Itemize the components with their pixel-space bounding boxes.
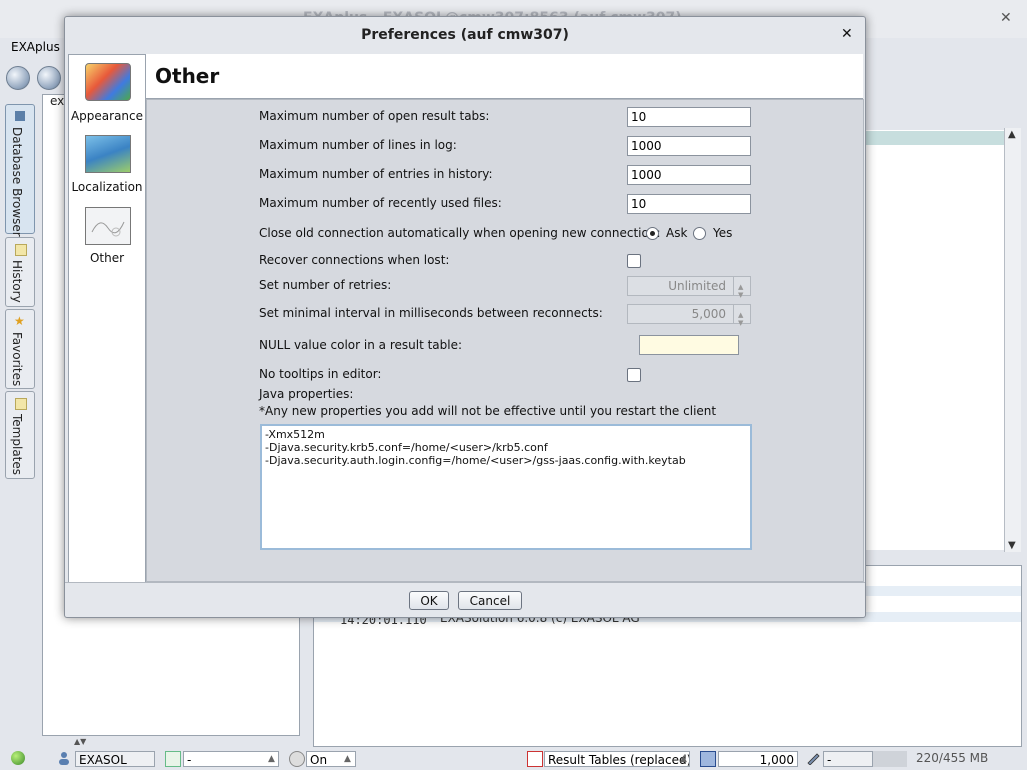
spin-down-icon: ▼ — [738, 291, 744, 299]
null-color-label: NULL value color in a result table: — [259, 338, 463, 352]
retries-stepper: ▲ ▼ — [733, 277, 750, 299]
palette-icon — [85, 63, 131, 101]
database-icon — [15, 111, 25, 121]
max-recent-files-label: Maximum number of recently used files: — [259, 196, 502, 210]
history-icon — [15, 244, 27, 256]
row-limit-field[interactable]: 1,000 — [718, 751, 798, 767]
main-close-icon[interactable]: ✕ — [1000, 10, 1012, 26]
java-properties-textarea[interactable]: -Xmx512m -Djava.security.krb5.conf=/home… — [260, 424, 752, 550]
radio-ask-label: Ask — [666, 226, 688, 240]
connect-database-icon[interactable] — [6, 66, 30, 90]
dialog-button-bar: OK Cancel — [65, 582, 865, 618]
max-result-tabs-label: Maximum number of open result tabs: — [259, 109, 490, 123]
no-tooltips-label: No tooltips in editor: — [259, 367, 382, 381]
tab-database-browser[interactable]: Database Browser — [5, 104, 35, 237]
category-other[interactable]: Other — [69, 199, 145, 269]
category-appearance[interactable]: Appearance — [69, 55, 145, 125]
menu-exaplus[interactable]: EXAplus — [11, 40, 60, 54]
schema-dropdown-icon[interactable]: ▲ — [268, 754, 275, 764]
memory-bar — [873, 751, 907, 767]
panel-resize-icon[interactable]: ▲▼ — [74, 737, 86, 746]
drawing-board-icon — [85, 207, 131, 245]
null-color-swatch[interactable] — [639, 335, 739, 355]
result-mode-icon — [527, 751, 543, 767]
row-limit-icon — [700, 751, 716, 767]
recover-connections-checkbox[interactable] — [627, 254, 641, 268]
radio-yes[interactable] — [693, 227, 706, 240]
max-history-input[interactable]: 1000 — [627, 165, 751, 185]
min-interval-value: 5,000 — [691, 307, 726, 321]
max-history-label: Maximum number of entries in history: — [259, 167, 493, 181]
min-interval-label: Set minimal interval in milliseconds bet… — [259, 306, 603, 320]
retries-label: Set number of retries: — [259, 278, 392, 292]
category-other-label: Other — [89, 251, 125, 265]
tab-templates[interactable]: Templates — [5, 391, 35, 479]
close-old-connection-label: Close old connection automatically when … — [259, 226, 661, 240]
tab-history[interactable]: History — [5, 237, 35, 307]
category-appearance-label: Appearance — [70, 109, 144, 123]
tab-database-browser-label: Database Browser — [10, 127, 24, 237]
tab-templates-label: Templates — [10, 414, 24, 476]
radio-yes-label: Yes — [713, 226, 733, 240]
cancel-button[interactable]: Cancel — [458, 591, 522, 610]
scroll-up-icon[interactable]: ▲ — [1008, 129, 1016, 140]
pencil-icon — [806, 751, 820, 766]
autocommit-icon — [289, 751, 305, 767]
java-property-line: -Djava.security.auth.login.config=/home/… — [265, 454, 686, 467]
memory-usage: 220/455 MB — [916, 751, 989, 765]
min-interval-stepper: ▲ ▼ — [733, 305, 750, 327]
close-icon[interactable]: ✕ — [841, 26, 853, 42]
max-recent-files-input[interactable]: 10 — [627, 194, 751, 214]
autocommit-dropdown-icon[interactable]: ▲ — [344, 754, 351, 764]
java-properties-label: Java properties: — [259, 387, 354, 401]
schema-icon — [165, 751, 181, 767]
extra-field: - — [823, 751, 873, 767]
template-icon — [15, 398, 27, 410]
no-tooltips-checkbox[interactable] — [627, 368, 641, 382]
result-mode-selector[interactable]: Result Tables (replaced) — [544, 751, 690, 767]
category-list: Appearance Localization Other — [68, 54, 146, 583]
tab-favorites-label: Favorites — [10, 332, 24, 387]
sql-editor[interactable] — [864, 130, 1005, 550]
result-mode-dropdown-icon[interactable]: ▲ — [680, 754, 687, 764]
user-icon — [57, 751, 71, 765]
editor-scrollbar[interactable]: ▲ ▼ — [1004, 128, 1021, 552]
recover-connections-label: Recover connections when lost: — [259, 253, 450, 267]
preferences-form: Maximum number of open result tabs: 10 M… — [146, 99, 864, 582]
retries-spinner: Unlimited ▲ ▼ — [627, 276, 751, 299]
tab-favorites[interactable]: ★ Favorites — [5, 309, 35, 389]
spin-down-icon: ▼ — [738, 319, 744, 327]
connection-status-icon — [11, 751, 25, 765]
editor-current-line — [864, 131, 1004, 145]
schema-selector[interactable]: - — [183, 751, 279, 767]
world-map-icon — [85, 135, 131, 173]
current-schema-field: EXASOL — [75, 751, 155, 767]
max-log-lines-input[interactable]: 1000 — [627, 136, 751, 156]
radio-ask[interactable] — [646, 227, 659, 240]
ok-button[interactable]: OK — [409, 591, 449, 610]
retries-value: Unlimited — [668, 279, 726, 293]
page-title: Other — [155, 64, 220, 88]
java-properties-note: *Any new properties you add will not be … — [259, 404, 717, 418]
max-result-tabs-input[interactable]: 10 — [627, 107, 751, 127]
dialog-title: Preferences (auf cmw307) — [361, 27, 569, 43]
min-interval-spinner: 5,000 ▲ ▼ — [627, 304, 751, 327]
disconnect-database-icon[interactable] — [37, 66, 61, 90]
java-property-line: -Xmx512m — [265, 428, 325, 441]
scroll-down-icon[interactable]: ▼ — [1008, 540, 1016, 551]
max-log-lines-label: Maximum number of lines in log: — [259, 138, 457, 152]
java-property-line: -Djava.security.krb5.conf=/home/<user>/k… — [265, 441, 548, 454]
category-localization-label: Localization — [71, 180, 143, 194]
category-localization[interactable]: Localization — [69, 127, 145, 197]
star-icon: ★ — [14, 314, 25, 328]
preferences-dialog: Preferences (auf cmw307) ✕ Appearance Lo… — [64, 16, 866, 618]
content-header: Other — [146, 54, 863, 99]
tab-history-label: History — [10, 260, 24, 303]
